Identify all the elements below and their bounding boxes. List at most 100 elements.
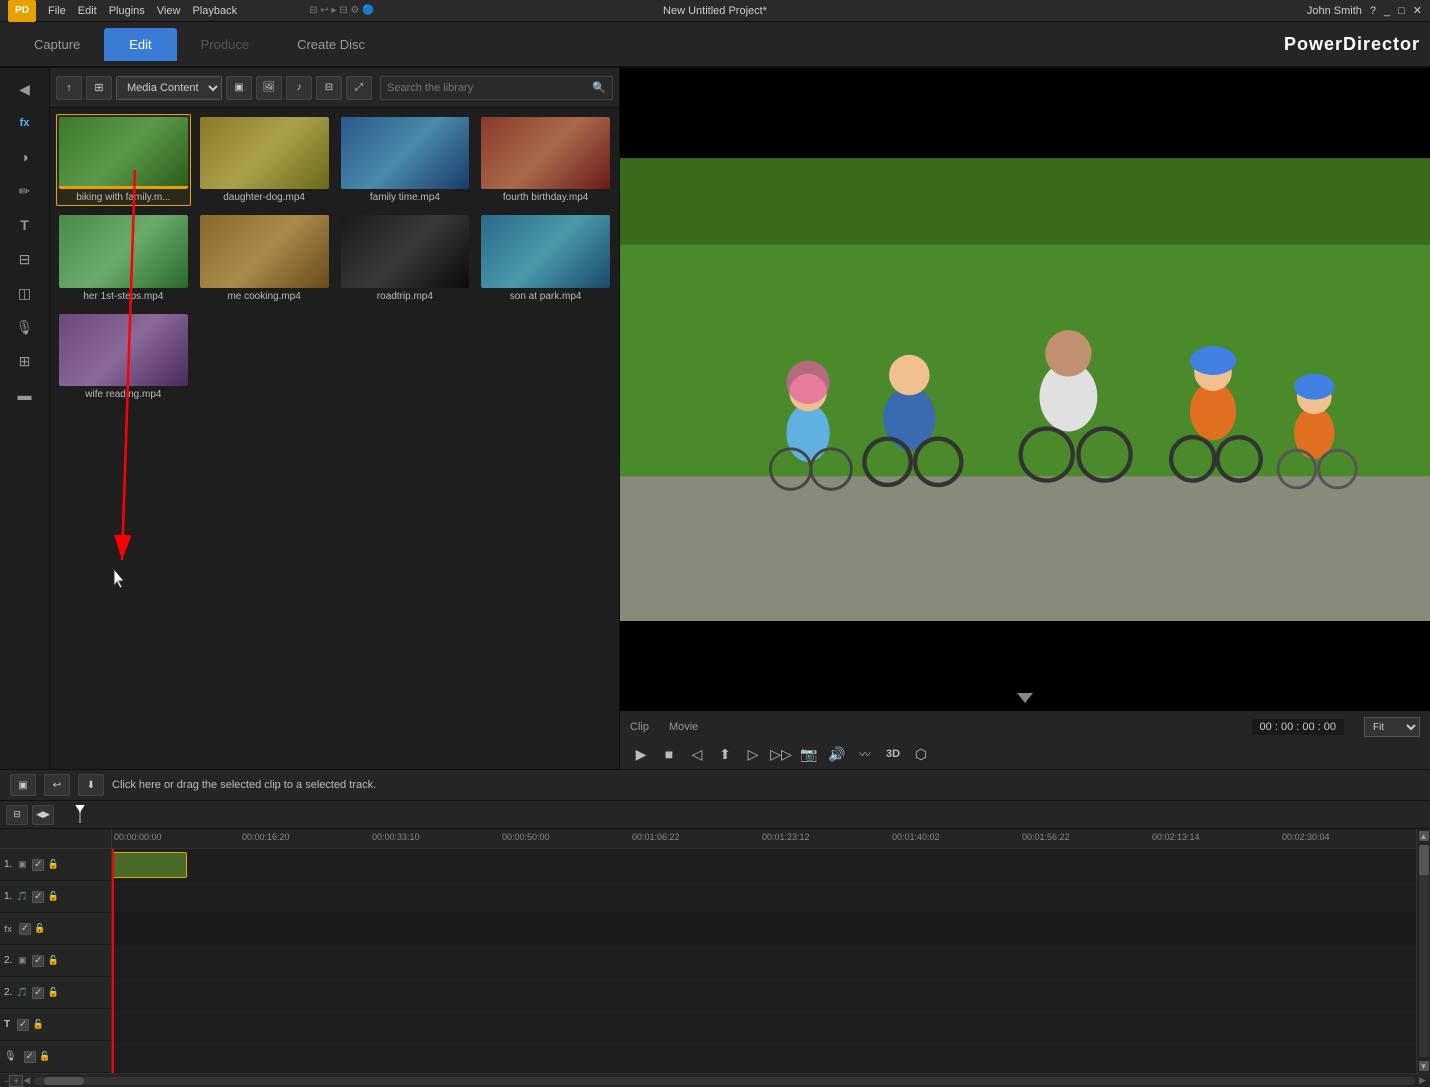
scroll-nav-right[interactable]: ▶: [1419, 1075, 1426, 1086]
track-row-mic: [112, 1041, 1416, 1073]
media-thumb-road: [341, 215, 470, 287]
track-label-2a: 2. 🎵 ✓ 🔓: [0, 977, 111, 1009]
drag-btn-1[interactable]: ▣: [10, 774, 36, 796]
timeline-grid-btn[interactable]: ⊟: [6, 805, 28, 825]
track-check-1a[interactable]: ✓: [32, 891, 44, 903]
search-input[interactable]: [387, 82, 588, 94]
media-item-park[interactable]: son at park.mp4: [478, 212, 613, 304]
tab-produce[interactable]: Produce: [177, 29, 273, 60]
photo-filter-btn[interactable]: 🖼: [256, 76, 282, 100]
track-lock-2a[interactable]: 🔓: [47, 987, 59, 999]
preview-scene-svg: [620, 68, 1430, 711]
track-label-1v: 1. ▣ ✓ 🔓: [0, 849, 111, 881]
search-icon[interactable]: 🔍: [592, 81, 606, 94]
fullscreen-view-btn[interactable]: ⤢: [346, 76, 372, 100]
export-frame-button[interactable]: ⬆: [714, 743, 736, 765]
menu-playback[interactable]: Playback: [192, 5, 237, 17]
preview-tab-movie[interactable]: Movie: [669, 721, 698, 733]
track-lock-fx[interactable]: 🔓: [34, 923, 46, 935]
puzzle-button[interactable]: ⊞: [86, 76, 112, 100]
media-type-dropdown[interactable]: Media Content All Media Video Photo Audi…: [116, 76, 222, 100]
media-label-birthday: fourth birthday.mp4: [481, 192, 610, 203]
sidebar-text-icon[interactable]: T: [7, 210, 43, 240]
help-icon[interactable]: ?: [1370, 5, 1376, 17]
stop-button[interactable]: ■: [658, 743, 680, 765]
track-check-mic[interactable]: ✓: [24, 1051, 36, 1063]
sidebar-layers-icon[interactable]: ⊟: [7, 244, 43, 274]
add-track-btn[interactable]: +: [9, 1075, 23, 1087]
tab-capture[interactable]: Capture: [10, 29, 104, 60]
media-item-daughter[interactable]: daughter-dog.mp4: [197, 114, 332, 206]
track-num-2v: 2.: [4, 955, 12, 966]
minimize-btn[interactable]: _: [1384, 5, 1390, 17]
scroll-thumb[interactable]: [44, 1077, 84, 1085]
vertical-scrollbar[interactable]: ▲ ▼: [1416, 829, 1430, 1073]
tab-edit[interactable]: Edit: [104, 28, 176, 61]
snapshot-button[interactable]: 📷: [798, 743, 820, 765]
preview-controls: Clip Movie 00 : 00 : 00 : 00 Fit 25% 50%…: [620, 711, 1430, 769]
menu-file[interactable]: File: [48, 5, 66, 17]
media-item-wife[interactable]: wife reading.mp4: [56, 311, 191, 403]
track-lock-1a[interactable]: 🔓: [47, 891, 59, 903]
sidebar-split-icon[interactable]: ▬: [7, 380, 43, 410]
drag-instruction: Click here or drag the selected clip to …: [112, 779, 376, 791]
sidebar-mask-icon[interactable]: ◫: [7, 278, 43, 308]
track-check-text[interactable]: ✓: [17, 1019, 29, 1031]
media-item-steps[interactable]: her 1st-steps.mp4: [56, 212, 191, 304]
next-frame-button[interactable]: ▷: [742, 743, 764, 765]
sidebar-color-icon[interactable]: ◑: [7, 142, 43, 172]
track-lock-2v[interactable]: 🔓: [47, 955, 59, 967]
media-item-cooking[interactable]: me cooking.mp4: [197, 212, 332, 304]
grid-view-btn[interactable]: ⊟: [316, 76, 342, 100]
sidebar-fx-icon[interactable]: fx: [7, 108, 43, 138]
maximize-btn[interactable]: □: [1398, 5, 1405, 17]
media-item-birthday[interactable]: fourth birthday.mp4: [478, 114, 613, 206]
video-filter-btn[interactable]: ▣: [226, 76, 252, 100]
volume-button[interactable]: 🔊: [826, 743, 848, 765]
menu-plugins[interactable]: Plugins: [109, 5, 145, 17]
audio-wave-button[interactable]: 〰: [854, 743, 876, 765]
rewind-button[interactable]: ◁: [686, 743, 708, 765]
external-button[interactable]: ⬡: [910, 743, 932, 765]
media-item-family[interactable]: family time.mp4: [338, 114, 473, 206]
fit-dropdown[interactable]: Fit 25% 50% 100%: [1364, 717, 1420, 737]
tab-create-disc[interactable]: Create Disc: [273, 29, 389, 60]
preview-tab-clip[interactable]: Clip: [630, 721, 649, 733]
scroll-nav-left[interactable]: ◀: [23, 1075, 30, 1086]
close-btn[interactable]: ✕: [1413, 4, 1422, 17]
sidebar-pen-icon[interactable]: ✏: [7, 176, 43, 206]
track-check-2a[interactable]: ✓: [32, 987, 44, 999]
menu-edit[interactable]: Edit: [78, 5, 97, 17]
track-row-1a: [112, 881, 1416, 913]
ruler-mark-2: 00:00:33:10: [372, 832, 420, 842]
ruler-mark-7: 00:01:56:22: [1022, 832, 1070, 842]
track-check-fx[interactable]: ✓: [19, 923, 31, 935]
drag-bar: ▣ ↩ ⬇ Click here or drag the selected cl…: [0, 769, 1430, 801]
track-check-1v[interactable]: ✓: [32, 859, 44, 871]
media-label-wife: wife reading.mp4: [59, 389, 188, 400]
media-label-cooking: me cooking.mp4: [200, 291, 329, 302]
drag-btn-2[interactable]: ↩: [44, 774, 70, 796]
drag-btn-3[interactable]: ⬇: [78, 774, 104, 796]
audio-filter-btn[interactable]: ♪: [286, 76, 312, 100]
play-button[interactable]: ▶: [630, 743, 652, 765]
threed-button[interactable]: 3D: [882, 743, 904, 765]
sidebar-expand-icon[interactable]: ◀: [7, 74, 43, 104]
video-clip-1[interactable]: [112, 852, 187, 878]
bottom-scrollbar: − + ◀ ▶: [0, 1073, 1430, 1087]
track-lock-1v[interactable]: 🔓: [47, 859, 59, 871]
playhead-top-marker: [74, 807, 86, 823]
import-button[interactable]: ↑: [56, 76, 82, 100]
timeline-ruler: 00:00:00:00 00:00:16:20 00:00:33:10 00:0…: [112, 829, 1416, 849]
track-check-2v[interactable]: ✓: [32, 955, 44, 967]
track-lock-text[interactable]: 🔓: [32, 1019, 44, 1031]
menu-view[interactable]: View: [157, 5, 181, 17]
scroll-track[interactable]: [34, 1077, 1415, 1085]
timeline-nav-btn[interactable]: ◀▶: [32, 805, 54, 825]
sidebar-audio-icon[interactable]: 🎙: [7, 312, 43, 342]
media-item-biking[interactable]: biking with family.m...: [56, 114, 191, 206]
media-item-road[interactable]: roadtrip.mp4: [338, 212, 473, 304]
fast-forward-button[interactable]: ▷▷: [770, 743, 792, 765]
sidebar-grid-icon[interactable]: ⊞: [7, 346, 43, 376]
track-lock-mic[interactable]: 🔓: [39, 1051, 51, 1063]
